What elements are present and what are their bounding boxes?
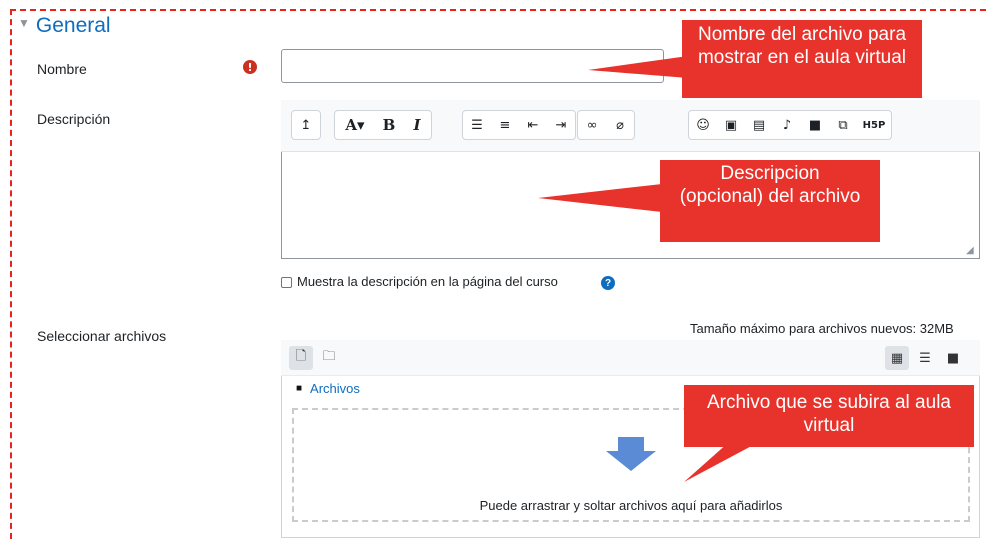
file-callout: Archivo que se subira al aula virtual xyxy=(684,385,974,447)
bold-button[interactable]: B xyxy=(375,111,403,139)
view-tree-icon[interactable]: ■ xyxy=(941,346,965,370)
description-callout: Descripcion (opcional) del archivo xyxy=(660,160,880,242)
create-folder-icon[interactable]: 🗀 xyxy=(317,346,341,370)
breadcrumb: ■ Archivos xyxy=(296,381,360,396)
view-list-icon[interactable]: ☰ xyxy=(913,346,937,370)
download-arrow-icon xyxy=(606,437,656,471)
toolbar-group-lists: ☰ ≡ ⇤ ⇥ xyxy=(462,110,576,140)
help-icon[interactable]: ? xyxy=(601,276,615,290)
outdent-icon[interactable]: ⇤ xyxy=(519,111,547,139)
toolbar-group-collapse: ↥ xyxy=(291,110,321,140)
bullet-list-icon[interactable]: ☰ xyxy=(463,111,491,139)
toolbar-group-insert: ☺ ▣ ▤ ♪ ■ ⧉ H5P xyxy=(688,110,892,140)
link-icon[interactable]: ∞ xyxy=(578,111,606,139)
toolbar-group-text: A▾ B I xyxy=(334,110,432,140)
max-size-text: Tamaño máximo para archivos nuevos: 32MB xyxy=(690,321,954,336)
folder-icon: ■ xyxy=(296,383,303,394)
annotation-frame-top xyxy=(10,9,986,11)
triangle-down-icon: ▼ xyxy=(18,16,30,30)
editor-toolbar: ↥ A▾ B I ☰ ≡ ⇤ ⇥ ∞ ⌀ ☺ ▣ ▤ ♪ ■ ⧉ H5P xyxy=(281,100,980,152)
files-label: Seleccionar archivos xyxy=(37,328,167,344)
breadcrumb-archivos[interactable]: Archivos xyxy=(310,381,360,396)
required-icon: ! xyxy=(243,60,257,74)
show-description-label: Muestra la descripción en la página del … xyxy=(297,274,558,289)
show-description-checkbox[interactable] xyxy=(281,277,292,288)
annotation-frame-left xyxy=(10,9,12,539)
record-audio-icon[interactable]: ♪ xyxy=(773,111,801,139)
text-style-button[interactable]: A▾ xyxy=(335,111,375,139)
toolbar-group-links: ∞ ⌀ xyxy=(577,110,635,140)
h5p-icon[interactable]: H5P xyxy=(857,111,891,139)
file-picker-toolbar: 🗋 🗀 ▦ ☰ ■ xyxy=(281,340,980,376)
italic-button[interactable]: I xyxy=(403,111,431,139)
description-callout-pointer xyxy=(538,184,662,212)
numbered-list-icon[interactable]: ≡ xyxy=(491,111,519,139)
description-label: Descripción xyxy=(37,111,111,127)
emoji-icon[interactable]: ☺ xyxy=(689,111,717,139)
image-icon[interactable]: ▣ xyxy=(717,111,745,139)
record-video-icon[interactable]: ■ xyxy=(801,111,829,139)
dropzone-text: Puede arrastrar y soltar archivos aquí p… xyxy=(479,498,783,513)
name-callout: Nombre del archivo para mostrar en el au… xyxy=(682,20,922,98)
add-file-icon[interactable]: 🗋 xyxy=(289,346,313,370)
section-header[interactable]: ▼ General xyxy=(18,14,111,38)
unlink-icon[interactable]: ⌀ xyxy=(606,111,634,139)
name-label: Nombre xyxy=(37,61,87,77)
view-icons-icon[interactable]: ▦ xyxy=(885,346,909,370)
name-callout-pointer xyxy=(588,56,688,78)
section-title: General xyxy=(35,14,111,37)
indent-icon[interactable]: ⇥ xyxy=(547,111,575,139)
show-more-icon[interactable]: ↥ xyxy=(292,111,320,139)
media-icon[interactable]: ▤ xyxy=(745,111,773,139)
resize-handle-icon[interactable]: ◢ xyxy=(966,245,974,256)
manage-files-icon[interactable]: ⧉ xyxy=(829,111,857,139)
